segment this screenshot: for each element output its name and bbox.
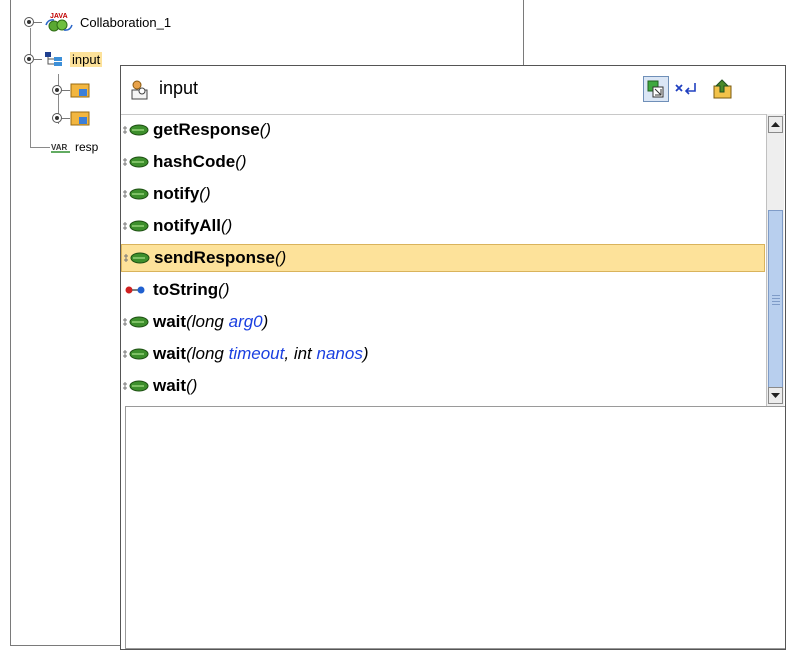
go-up-icon — [713, 79, 732, 99]
method-item[interactable]: notifyAll() — [121, 212, 765, 240]
method-name: getResponse — [153, 120, 260, 139]
method-item[interactable]: hashCode() — [121, 148, 765, 176]
method-icon — [121, 308, 153, 336]
tree-node-root[interactable]: JAVA Collaboration_1 — [24, 12, 171, 32]
tostring-icon — [121, 276, 153, 304]
tree-connector — [30, 147, 50, 148]
tree-node-var[interactable]: VAR resp — [50, 137, 98, 157]
folder-icon — [70, 81, 92, 99]
tree-var-label: resp — [75, 140, 99, 154]
tree-root-label: Collaboration_1 — [80, 14, 172, 30]
param-name: timeout — [228, 344, 285, 363]
tree-node-child[interactable] — [52, 108, 92, 128]
method-name: sendResponse — [154, 248, 275, 267]
method-name: wait — [153, 344, 187, 363]
tree-input-label: input — [70, 51, 103, 67]
tree-view-icon — [647, 80, 664, 98]
method-item[interactable]: toString() — [121, 276, 765, 304]
tree-connector — [30, 28, 31, 148]
method-detail-pane — [125, 406, 785, 649]
method-item[interactable]: sendResponse() — [121, 244, 765, 272]
method-name: toString — [153, 280, 219, 299]
scroll-grip — [772, 295, 780, 307]
param-name: arg0 — [228, 312, 263, 331]
method-item[interactable]: wait(long timeout, int nanos) — [121, 340, 765, 368]
method-name: notify — [153, 184, 200, 203]
param-type: long — [191, 344, 229, 363]
go-up-button[interactable] — [711, 78, 735, 105]
popup-title: input — [159, 78, 199, 98]
structure-icon — [42, 50, 66, 68]
clear-filter-button[interactable] — [675, 80, 697, 103]
method-list-scrollbar[interactable] — [766, 114, 784, 406]
object-icon — [129, 79, 151, 106]
expand-toggle-icon[interactable] — [52, 113, 62, 123]
method-item[interactable]: wait(long arg0) — [121, 308, 765, 336]
var-icon: VAR — [50, 140, 72, 154]
method-selector-popup[interactable]: input getResponse() hashCode() notify() not… — [120, 65, 786, 650]
param-name: nanos — [316, 344, 363, 363]
java-badge: JAVA — [50, 13, 68, 20]
method-icon — [121, 180, 153, 208]
arrow-up-icon — [771, 122, 780, 127]
method-icon — [122, 244, 154, 272]
tree-view-button[interactable] — [643, 76, 669, 102]
tree-node-child[interactable] — [52, 80, 92, 100]
var-badge: VAR — [51, 143, 68, 152]
scroll-down-button[interactable] — [768, 387, 783, 404]
method-list[interactable]: getResponse() hashCode() notify() notifyAll… — [121, 114, 767, 406]
method-item[interactable]: notify() — [121, 180, 765, 208]
method-icon — [121, 340, 153, 368]
param-type: long — [191, 312, 229, 331]
method-icon — [121, 148, 153, 176]
method-icon — [121, 212, 153, 240]
method-name: wait — [153, 376, 187, 395]
method-name: notifyAll — [153, 216, 221, 235]
method-icon — [121, 116, 153, 144]
method-icon — [121, 372, 153, 400]
arrow-down-icon — [771, 393, 780, 398]
expand-toggle-icon[interactable] — [52, 85, 62, 95]
expand-toggle-icon[interactable] — [24, 17, 34, 27]
popup-header: input — [121, 66, 785, 115]
folder-icon — [70, 109, 92, 127]
scroll-thumb[interactable] — [768, 210, 783, 392]
method-item[interactable]: getResponse() — [121, 116, 765, 144]
clear-filter-icon — [675, 83, 696, 95]
expand-toggle-icon[interactable] — [24, 54, 34, 64]
tree-node-input[interactable]: input — [24, 49, 103, 69]
method-name: hashCode — [153, 152, 236, 171]
param-type: int — [293, 344, 317, 363]
scroll-up-button[interactable] — [768, 116, 783, 133]
method-name: wait — [153, 312, 187, 331]
java-collaboration-icon: JAVA — [42, 11, 76, 33]
method-item[interactable]: wait() — [121, 372, 765, 400]
